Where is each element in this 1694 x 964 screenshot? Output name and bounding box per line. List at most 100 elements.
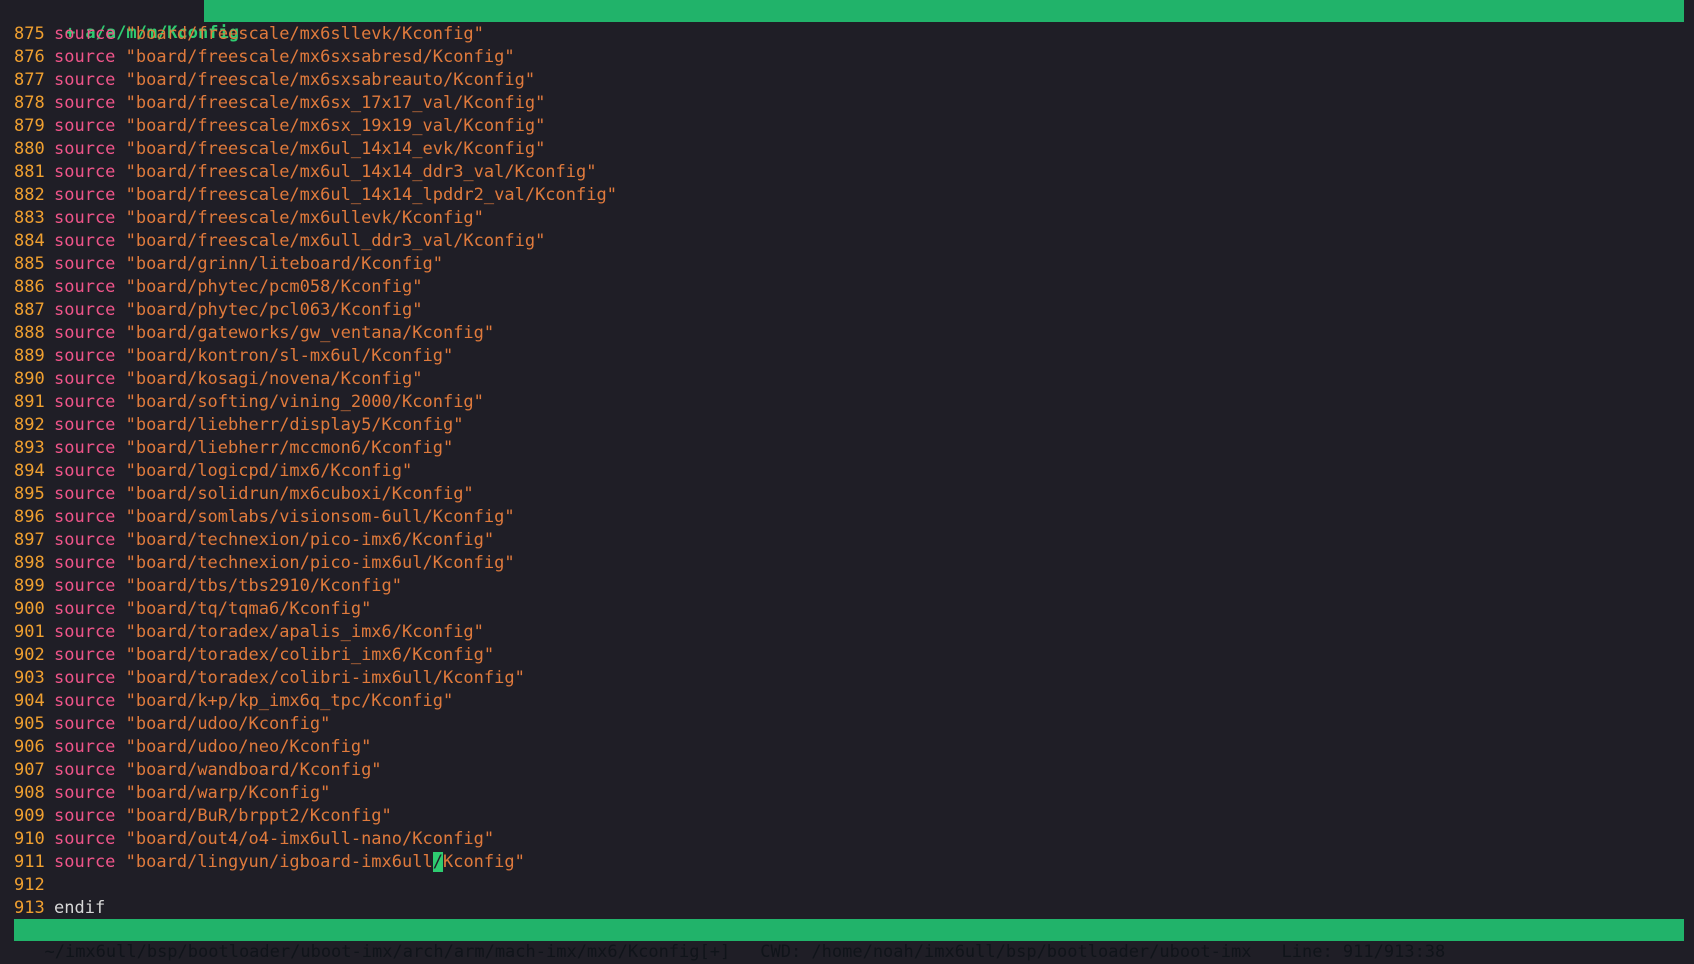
keyword: source: [54, 415, 116, 435]
code-line[interactable]: 899 source "board/tbs/tbs2910/Kconfig": [14, 575, 1684, 598]
string-literal: "board/freescale/mx6sxsabresd/Kconfig": [125, 47, 515, 67]
code-line[interactable]: 882 source "board/freescale/mx6ul_14x14_l…: [14, 184, 1684, 207]
string-literal: "board/udoo/Kconfig": [125, 714, 331, 734]
keyword: endif: [54, 898, 106, 918]
line-number: 904: [14, 691, 45, 711]
code-line[interactable]: 910 source "board/out4/o4-imx6ull-nano/Kc…: [14, 828, 1684, 851]
code-line[interactable]: 881 source "board/freescale/mx6ul_14x14_d…: [14, 161, 1684, 184]
code-line[interactable]: 888 source "board/gateworks/gw_ventana/Kc…: [14, 322, 1684, 345]
tabline: + a/a/m/m/Kconfig: [14, 0, 1684, 43]
string-literal: "board/warp/Kconfig": [125, 783, 331, 803]
line-number: 877: [14, 70, 45, 90]
keyword: source: [54, 323, 116, 343]
code-line[interactable]: 887 source "board/phytec/pcl063/Kconfig": [14, 299, 1684, 322]
line-number: 888: [14, 323, 45, 343]
code-line[interactable]: 875 source "board/freescale/mx6sllevk/Kco…: [14, 23, 1684, 46]
string-literal: "board/logicpd/imx6/Kconfig": [125, 461, 413, 481]
keyword: source: [54, 737, 116, 757]
code-line[interactable]: 911 source "board/lingyun/igboard-imx6ull…: [14, 851, 1684, 874]
string-literal: "board/k+p/kp_imx6q_tpc/Kconfig": [125, 691, 454, 711]
keyword: source: [54, 47, 116, 67]
code-line[interactable]: 905 source "board/udoo/Kconfig": [14, 713, 1684, 736]
line-number: 901: [14, 622, 45, 642]
code-line[interactable]: 876 source "board/freescale/mx6sxsabresd/…: [14, 46, 1684, 69]
code-line[interactable]: 897 source "board/technexion/pico-imx6/Kc…: [14, 529, 1684, 552]
string-literal: "board/phytec/pcm058/Kconfig": [125, 277, 423, 297]
code-line[interactable]: 900 source "board/tq/tqma6/Kconfig": [14, 598, 1684, 621]
editor-buffer[interactable]: 875 source "board/freescale/mx6sllevk/Kco…: [14, 23, 1684, 920]
tab-kconfig[interactable]: + a/a/m/m/Kconfig: [14, 0, 239, 43]
code-line[interactable]: 908 source "board/warp/Kconfig": [14, 782, 1684, 805]
code-line[interactable]: 880 source "board/freescale/mx6ul_14x14_e…: [14, 138, 1684, 161]
string-literal: "board/wandboard/Kconfig": [125, 760, 382, 780]
string-literal: "board/gateworks/gw_ventana/Kconfig": [125, 323, 495, 343]
code-line[interactable]: 904 source "board/k+p/kp_imx6q_tpc/Kconfi…: [14, 690, 1684, 713]
code-line[interactable]: 906 source "board/udoo/neo/Kconfig": [14, 736, 1684, 759]
code-line[interactable]: 912: [14, 874, 1684, 897]
string-literal: "board/BuR/brppt2/Kconfig": [125, 806, 392, 826]
string-literal: "board/freescale/mx6ul_14x14_lpddr2_val/…: [125, 185, 617, 205]
string-literal: "board/freescale/mx6ul_14x14_evk/Kconfig…: [125, 139, 546, 159]
line-number: 910: [14, 829, 45, 849]
line-number: 902: [14, 645, 45, 665]
code-line[interactable]: 884 source "board/freescale/mx6ull_ddr3_v…: [14, 230, 1684, 253]
line-number: 897: [14, 530, 45, 550]
code-line[interactable]: 895 source "board/solidrun/mx6cuboxi/Kcon…: [14, 483, 1684, 506]
code-line[interactable]: 902 source "board/toradex/colibri_imx6/Kc…: [14, 644, 1684, 667]
code-line[interactable]: 890 source "board/kosagi/novena/Kconfig": [14, 368, 1684, 391]
line-number: 886: [14, 277, 45, 297]
string-literal: "board/softing/vining_2000/Kconfig": [125, 392, 484, 412]
code-line[interactable]: 878 source "board/freescale/mx6sx_17x17_v…: [14, 92, 1684, 115]
code-line[interactable]: 892 source "board/liebherr/display5/Kconf…: [14, 414, 1684, 437]
code-line[interactable]: 886 source "board/phytec/pcm058/Kconfig": [14, 276, 1684, 299]
code-line[interactable]: 896 source "board/somlabs/visionsom-6ull/…: [14, 506, 1684, 529]
keyword: source: [54, 139, 116, 159]
keyword: source: [54, 691, 116, 711]
keyword: source: [54, 369, 116, 389]
keyword: source: [54, 760, 116, 780]
code-line[interactable]: 903 source "board/toradex/colibri-imx6ull…: [14, 667, 1684, 690]
code-line[interactable]: 909 source "board/BuR/brppt2/Kconfig": [14, 805, 1684, 828]
string-literal: "board/toradex/colibri_imx6/Kconfig": [125, 645, 495, 665]
string-literal: "board/toradex/colibri-imx6ull/Kconfig": [125, 668, 525, 688]
line-number: 875: [14, 24, 45, 44]
keyword: source: [54, 116, 116, 136]
code-line[interactable]: 913 endif: [14, 897, 1684, 920]
line-number: 905: [14, 714, 45, 734]
string-literal: "board/phytec/pcl063/Kconfig": [125, 300, 423, 320]
keyword: source: [54, 783, 116, 803]
keyword: source: [54, 668, 116, 688]
keyword: source: [54, 208, 116, 228]
code-line[interactable]: 894 source "board/logicpd/imx6/Kconfig": [14, 460, 1684, 483]
line-number: 912: [14, 875, 45, 895]
line-number: 911: [14, 852, 45, 872]
code-line[interactable]: 877 source "board/freescale/mx6sxsabreaut…: [14, 69, 1684, 92]
line-number: 895: [14, 484, 45, 504]
keyword: source: [54, 461, 116, 481]
code-line[interactable]: 879 source "board/freescale/mx6sx_19x19_v…: [14, 115, 1684, 138]
keyword: source: [54, 162, 116, 182]
string-literal: "board/udoo/neo/Kconfig": [125, 737, 372, 757]
string-literal: "board/freescale/mx6ul_14x14_ddr3_val/Kc…: [125, 162, 597, 182]
keyword: source: [54, 277, 116, 297]
code-line[interactable]: 883 source "board/freescale/mx6ullevk/Kco…: [14, 207, 1684, 230]
string-literal: "board/tbs/tbs2910/Kconfig": [125, 576, 403, 596]
keyword: source: [54, 93, 116, 113]
line-number: 879: [14, 116, 45, 136]
code-line[interactable]: 893 source "board/liebherr/mccmon6/Kconfi…: [14, 437, 1684, 460]
line-number: 903: [14, 668, 45, 688]
string-literal: "board/out4/o4-imx6ull-nano/Kconfig": [125, 829, 495, 849]
string-literal: "board/kontron/sl-mx6ul/Kconfig": [125, 346, 454, 366]
code-line[interactable]: 889 source "board/kontron/sl-mx6ul/Kconfi…: [14, 345, 1684, 368]
code-line[interactable]: 891 source "board/softing/vining_2000/Kco…: [14, 391, 1684, 414]
code-line[interactable]: 885 source "board/grinn/liteboard/Kconfig…: [14, 253, 1684, 276]
line-number: 884: [14, 231, 45, 251]
keyword: source: [54, 852, 116, 872]
keyword: source: [54, 254, 116, 274]
keyword: source: [54, 714, 116, 734]
keyword: source: [54, 300, 116, 320]
code-line[interactable]: 901 source "board/toradex/apalis_imx6/Kco…: [14, 621, 1684, 644]
code-line[interactable]: 898 source "board/technexion/pico-imx6ul/…: [14, 552, 1684, 575]
code-line[interactable]: 907 source "board/wandboard/Kconfig": [14, 759, 1684, 782]
keyword: source: [54, 829, 116, 849]
